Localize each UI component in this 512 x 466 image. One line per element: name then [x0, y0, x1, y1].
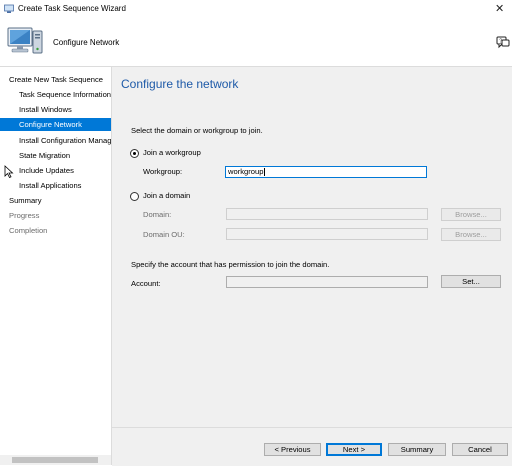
account-instruction: Specify the account that has permission … — [131, 260, 330, 269]
nav-step-label: Include Updates — [19, 166, 74, 175]
nav-step-completion: Completion — [0, 224, 111, 237]
nav-step-label: Progress — [9, 211, 40, 220]
join-domain-label[interactable]: Join a domain — [143, 191, 190, 200]
nav-step-summary[interactable]: Summary — [0, 194, 111, 207]
main-panel — [112, 67, 512, 427]
nav-step-configure-network[interactable]: Configure Network — [0, 118, 111, 131]
join-workgroup-radio[interactable] — [130, 149, 139, 158]
next-button[interactable]: Next > — [326, 443, 382, 456]
join-instruction: Select the domain or workgroup to join. — [131, 126, 263, 135]
nav-step-label: Summary — [9, 196, 42, 205]
nav-step-label: Create New Task Sequence — [9, 75, 103, 84]
set-account-button[interactable]: Set... — [441, 275, 501, 288]
computer-icon — [7, 27, 43, 54]
workgroup-input[interactable]: workgroup — [225, 166, 427, 178]
domain-browse-button[interactable]: Browse... — [441, 208, 501, 221]
nav-step-label: Configure Network — [19, 120, 82, 129]
nav-step-progress: Progress — [0, 209, 111, 222]
nav-step-label: Completion — [9, 226, 48, 235]
nav-step-label: Install Windows — [19, 105, 72, 114]
wizard-header: Configure Network ? — [0, 20, 512, 67]
nav-step-create-new-task-sequence[interactable]: Create New Task Sequence — [0, 73, 111, 86]
nav-step-label: Task Sequence Information — [19, 90, 111, 99]
domain-input[interactable] — [226, 208, 428, 220]
account-label: Account: — [131, 279, 161, 288]
join-workgroup-label[interactable]: Join a workgroup — [143, 148, 201, 157]
radio-selected-dot — [133, 152, 136, 155]
nav-step-task-sequence-information[interactable]: Task Sequence Information — [0, 88, 111, 101]
page-title: Configure Network — [53, 38, 120, 47]
workgroup-input-value: workgroup — [228, 167, 264, 176]
summary-button[interactable]: Summary — [388, 443, 446, 456]
nav-step-label: Install Configuration Manager — [19, 136, 111, 145]
nav-step-label: State Migration — [19, 151, 71, 160]
title-bar: Create Task Sequence Wizard ✕ — [0, 0, 512, 20]
previous-button[interactable]: < Previous — [264, 443, 321, 456]
domain-ou-label: Domain OU: — [143, 230, 185, 239]
nav-step-install-configuration-manager[interactable]: Install Configuration Manager — [0, 134, 111, 147]
section-title: Configure the network — [121, 77, 239, 91]
close-icon[interactable]: ✕ — [495, 2, 504, 15]
join-domain-radio[interactable] — [130, 192, 139, 201]
cancel-button[interactable]: Cancel — [452, 443, 508, 456]
domain-label: Domain: — [143, 210, 172, 219]
nav-step-include-updates[interactable]: Include Updates — [0, 164, 111, 177]
nav-step-label: Install Applications — [19, 181, 82, 190]
domain-ou-browse-button[interactable]: Browse... — [441, 228, 501, 241]
help-icon[interactable]: ? — [496, 35, 510, 49]
nav-step-state-migration[interactable]: State Migration — [0, 149, 111, 162]
wizard-app-icon — [4, 4, 14, 13]
nav-scrollbar-thumb[interactable] — [12, 457, 98, 463]
account-input — [226, 276, 428, 288]
mouse-cursor-icon — [4, 165, 14, 178]
domain-ou-input[interactable] — [226, 228, 428, 240]
window-title: Create Task Sequence Wizard — [18, 4, 126, 13]
workgroup-label: Workgroup: — [143, 167, 183, 176]
svg-text:?: ? — [499, 39, 502, 45]
nav-step-install-windows[interactable]: Install Windows — [0, 103, 111, 116]
text-caret — [264, 168, 266, 176]
nav-step-install-applications[interactable]: Install Applications — [0, 179, 111, 192]
wizard-steps-nav: Create New Task Sequence Task Sequence I… — [0, 67, 112, 465]
